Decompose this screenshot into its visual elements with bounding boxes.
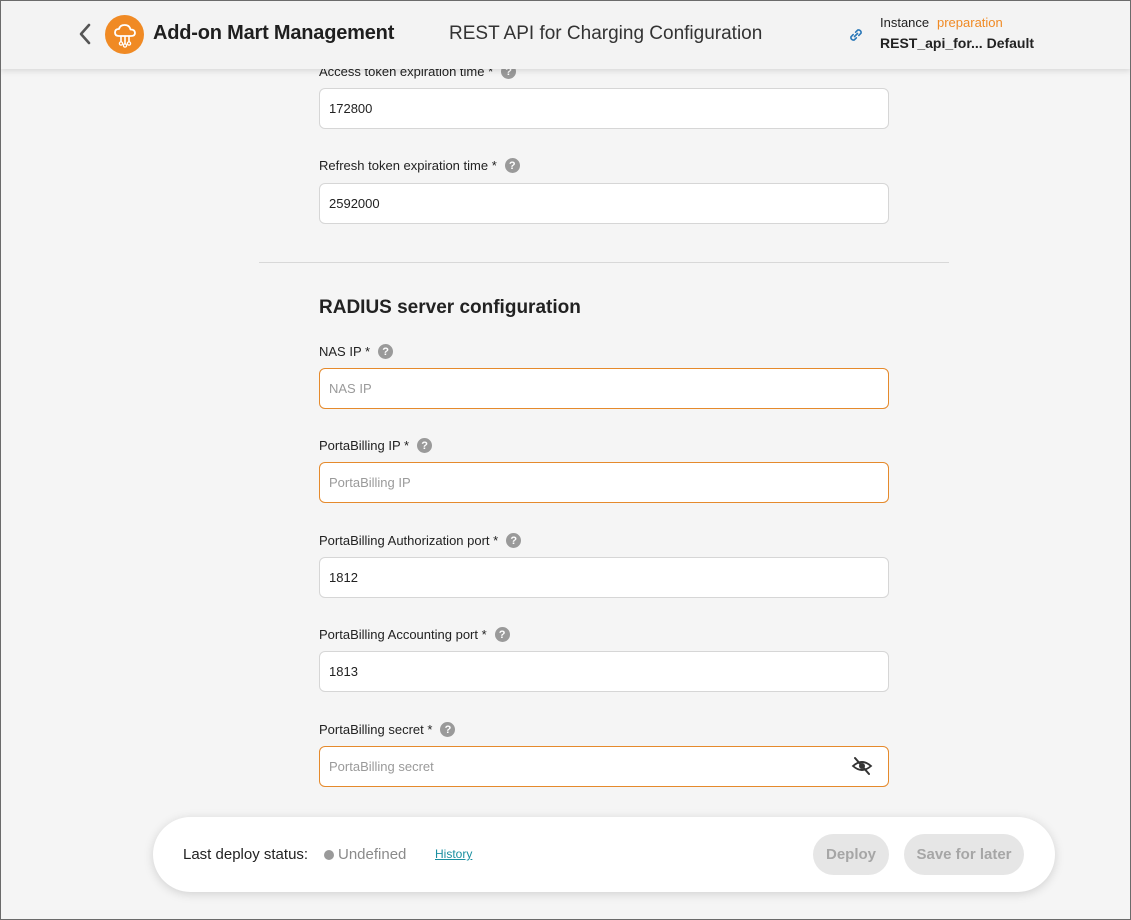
nas-ip-label: NAS IP * ? (319, 344, 394, 359)
secret-input[interactable] (319, 746, 889, 787)
pb-ip-label: PortaBilling IP * ? (319, 438, 433, 453)
auth-port-label: PortaBilling Authorization port * ? (319, 533, 522, 548)
help-icon[interactable]: ? (504, 158, 520, 173)
acct-port-label-text: PortaBilling Accounting port * (319, 627, 487, 642)
form-content: Access token expiration time * ? Refresh… (0, 69, 1131, 920)
help-icon[interactable]: ? (501, 69, 517, 79)
nas-ip-input[interactable] (319, 368, 889, 409)
page-title: REST API for Charging Configuration (449, 23, 763, 44)
deploy-button[interactable]: Deploy (813, 834, 889, 875)
history-link[interactable]: History (435, 847, 472, 861)
chevron-left-icon (79, 23, 91, 45)
eye-off-icon (851, 757, 873, 775)
app-logo (105, 15, 144, 54)
acct-port-input[interactable] (319, 651, 889, 692)
auth-port-input[interactable] (319, 557, 889, 598)
instance-name: REST_api_for... Default (880, 35, 1035, 51)
help-icon[interactable]: ? (494, 627, 510, 642)
section-divider (259, 262, 949, 263)
secret-label: PortaBilling secret * ? (319, 722, 456, 737)
cloud-network-icon (113, 23, 136, 48)
toggle-secret-visibility-button[interactable] (850, 754, 874, 778)
refresh-token-label: Refresh token expiration time * ? (319, 158, 520, 173)
pb-ip-label-text: PortaBilling IP * (319, 438, 410, 453)
link-icon (850, 29, 862, 41)
access-token-label: Access token expiration time * ? (319, 69, 517, 79)
auth-port-label-text: PortaBilling Authorization port * (319, 533, 499, 548)
help-icon[interactable]: ? (440, 722, 456, 737)
secret-label-text: PortaBilling secret * (319, 722, 433, 737)
back-button[interactable] (72, 20, 98, 48)
refresh-token-input[interactable] (319, 183, 889, 224)
app-title: Add-on Mart Management (153, 22, 395, 44)
section-title: RADIUS server configuration (319, 297, 581, 318)
help-icon[interactable]: ? (506, 533, 522, 548)
pb-ip-input[interactable] (319, 462, 889, 503)
save-for-later-button[interactable]: Save for later (904, 834, 1024, 875)
nas-ip-label-text: NAS IP * (319, 344, 371, 359)
access-token-label-text: Access token expiration time * (319, 69, 494, 79)
deploy-status-value: Undefined (338, 846, 407, 863)
deploy-footer: Last deploy status: Undefined History De… (153, 817, 1055, 892)
access-token-input[interactable] (319, 88, 889, 129)
app-header: Add-on Mart Management REST API for Char… (0, 0, 1131, 69)
help-icon[interactable]: ? (417, 438, 433, 453)
refresh-token-label-text: Refresh token expiration time * (319, 158, 497, 173)
help-icon[interactable]: ? (378, 344, 394, 359)
status-dot-icon (324, 850, 334, 860)
acct-port-label: PortaBilling Accounting port * ? (319, 627, 510, 642)
instance-link-button[interactable] (845, 24, 867, 46)
instance-status: preparation (937, 15, 1003, 30)
deploy-status-label: Last deploy status: (183, 846, 309, 863)
instance-label: Instance (880, 15, 930, 30)
